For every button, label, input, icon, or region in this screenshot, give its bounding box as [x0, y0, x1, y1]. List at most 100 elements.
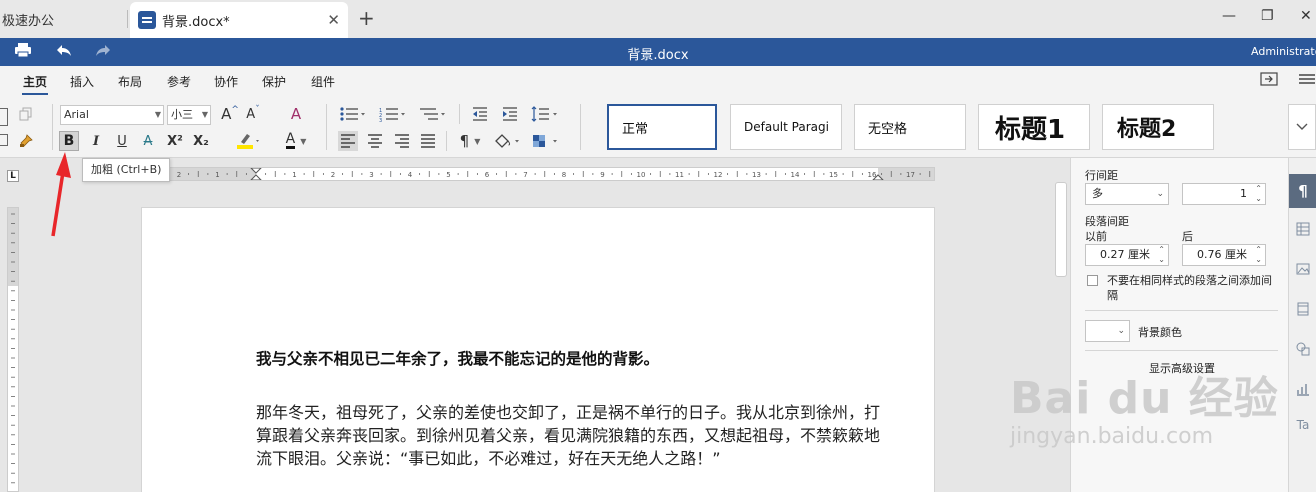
ribbon-separator	[446, 131, 447, 151]
style-heading-2[interactable]: 标题2	[1102, 104, 1214, 150]
style-default-paragraph[interactable]: Default Paragi	[730, 104, 842, 150]
no-space-same-style-checkbox[interactable]	[1087, 275, 1098, 286]
cut-icon[interactable]	[0, 134, 8, 146]
document-scrollbar[interactable]	[1055, 182, 1067, 277]
copy-icon[interactable]	[18, 106, 34, 122]
new-tab-button[interactable]: +	[358, 6, 375, 30]
svg-text:3: 3	[379, 118, 382, 122]
font-size-select[interactable]: 小三 ▼	[167, 105, 211, 125]
decrease-indent-button[interactable]	[470, 104, 490, 124]
style-gallery-expand-button[interactable]	[1288, 104, 1316, 150]
menu-collaborate[interactable]: 协作	[214, 73, 238, 90]
font-color-button[interactable]: A ▼	[282, 131, 310, 151]
font-name-select[interactable]: Arial ▼	[60, 105, 164, 125]
menu-protect[interactable]: 保护	[262, 73, 286, 90]
menu-insert[interactable]: 插入	[70, 73, 94, 90]
vertical-ruler-ticks	[11, 213, 15, 484]
paragraph-settings-icon[interactable]: ¶	[1289, 174, 1316, 208]
align-center-button[interactable]	[365, 131, 385, 151]
line-spacing-type-value: 多	[1092, 187, 1103, 200]
user-name[interactable]: Administrator	[1251, 45, 1316, 58]
menu-lines-icon[interactable]	[1298, 72, 1316, 90]
table-settings-icon[interactable]	[1289, 212, 1316, 246]
pilcrow-icon: ¶	[459, 132, 470, 150]
numbered-list-button[interactable]: 123	[378, 104, 408, 124]
close-window-button[interactable]: ✕	[1300, 8, 1312, 24]
line-spacing-type-select[interactable]: 多 ⌄	[1085, 183, 1169, 205]
maximize-button[interactable]: ❐	[1261, 8, 1274, 24]
spacing-before-input[interactable]: 0.27 厘米 ⌃ ⌄	[1085, 244, 1169, 266]
ruler-tick-label: 17	[906, 171, 915, 179]
shrink-font-button[interactable]: Aˇ	[243, 104, 263, 124]
menu-plugins[interactable]: 组件	[311, 73, 335, 90]
align-right-button[interactable]	[392, 131, 412, 151]
show-nonprinting-button[interactable]: ¶ ▼	[455, 131, 485, 151]
font-size-value: 小三	[171, 108, 193, 121]
menu-home[interactable]: 主页	[23, 73, 47, 90]
tab-divider	[127, 10, 128, 28]
font-color-icon: A	[285, 131, 296, 149]
spacing-after-input[interactable]: 0.76 厘米 ⌃ ⌄	[1182, 244, 1266, 266]
strikethrough-button[interactable]: A	[138, 131, 158, 151]
panel-divider	[1085, 310, 1278, 311]
increase-indent-button[interactable]	[500, 104, 520, 124]
header-footer-icon[interactable]	[1289, 292, 1316, 326]
bullet-list-button[interactable]	[338, 104, 368, 124]
line-spacing-button[interactable]	[530, 104, 560, 124]
chevron-down-icon: ⌄	[1156, 189, 1164, 199]
grow-font-icon: A	[221, 105, 232, 123]
clear-format-button[interactable]: A	[286, 104, 306, 124]
text-art-icon[interactable]: Ta	[1289, 408, 1316, 442]
format-painter-icon[interactable]	[17, 132, 35, 150]
ribbon-separator	[326, 104, 327, 150]
borders-button[interactable]	[530, 131, 560, 151]
chevron-down-icon	[1296, 123, 1308, 130]
document-paragraph[interactable]: 那年冬天，祖母死了，父亲的差使也交卸了，正是祸不单行的日子。我从北京到徐州，打算…	[256, 401, 882, 470]
document-heading[interactable]: 我与父亲不相见已二年余了，我最不能忘记的是他的背影。	[256, 347, 659, 369]
style-heading-1[interactable]: 标题1	[978, 104, 1090, 150]
chart-settings-icon[interactable]	[1289, 372, 1316, 406]
tab-home[interactable]: 极速办公	[0, 0, 128, 38]
underline-button[interactable]: U	[112, 131, 132, 151]
spacing-after-label: 后	[1182, 230, 1193, 243]
ruler-tick-label: 5	[446, 171, 450, 179]
close-tab-icon[interactable]: ✕	[327, 11, 340, 29]
ruler-tick-label: 9	[600, 171, 604, 179]
tab-document[interactable]: 背景.docx* ✕	[130, 2, 348, 38]
chevron-down-icon: ▼	[201, 110, 208, 119]
subscript-button[interactable]: X₂	[190, 131, 212, 151]
shape-settings-icon[interactable]	[1289, 332, 1316, 366]
superscript-button[interactable]: X²	[164, 131, 186, 151]
italic-button[interactable]: I	[86, 131, 106, 151]
ruler-ticks: 2 1 1 2 3 4 5 6 7 8 9 10 11 12 13 14 15 16 17	[177, 168, 931, 180]
open-location-icon[interactable]	[1260, 72, 1278, 90]
shrink-font-icon: A	[246, 106, 256, 122]
spacing-before-value: 0.27 厘米	[1100, 248, 1150, 261]
align-left-button[interactable]	[338, 131, 358, 151]
style-no-spacing[interactable]: 无空格	[854, 104, 966, 150]
tab-stop-selector[interactable]: L	[7, 170, 19, 182]
first-line-indent-marker[interactable]	[250, 168, 262, 174]
multilevel-list-button[interactable]	[418, 104, 448, 124]
justify-button[interactable]	[418, 131, 438, 151]
style-normal[interactable]: 正常	[607, 104, 717, 150]
horizontal-ruler[interactable]: 2 1 1 2 3 4 5 6 7 8 9 10 11 12 13 14 15 16 17	[160, 167, 935, 181]
line-spacing-value-input[interactable]: 1 ⌃ ⌄	[1182, 183, 1266, 205]
title-bar: 背景.docx Administrator	[0, 38, 1316, 66]
document-page[interactable]: 我与父亲不相见已二年余了，我最不能忘记的是他的背影。 那年冬天，祖母死了，父亲的…	[141, 207, 935, 492]
ruler-tick-label: 4	[408, 171, 413, 179]
paste-icon[interactable]	[0, 108, 8, 126]
line-spacing-value: 1	[1240, 187, 1247, 200]
vertical-ruler[interactable]	[7, 207, 19, 492]
background-color-picker[interactable]: ⌄	[1085, 320, 1130, 342]
background-color-label: 背景颜色	[1138, 326, 1182, 339]
shading-button[interactable]	[492, 131, 522, 151]
highlight-color-button[interactable]	[234, 131, 262, 151]
image-settings-icon[interactable]	[1289, 252, 1316, 286]
minimize-button[interactable]: —	[1222, 8, 1236, 24]
grow-font-button[interactable]: A ^	[220, 104, 240, 124]
show-advanced-settings-link[interactable]: 显示高级设置	[1149, 360, 1215, 376]
menu-references[interactable]: 参考	[167, 73, 191, 90]
menu-layout[interactable]: 布局	[118, 73, 142, 90]
left-indent-marker[interactable]	[250, 174, 262, 180]
